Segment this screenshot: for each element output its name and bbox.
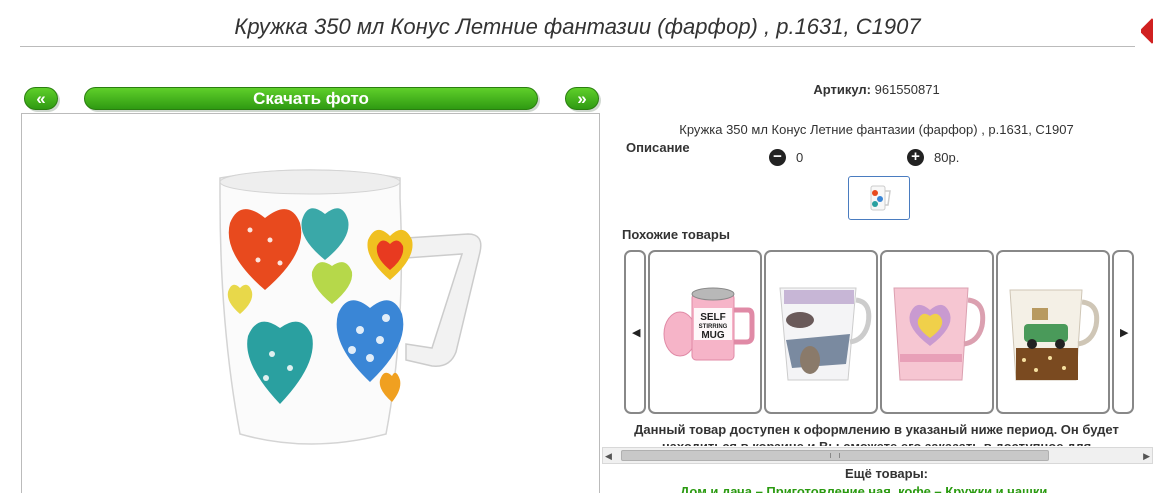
arrow-left-icon: ◀: [632, 327, 641, 339]
category-breadcrumb: Дом и дача – Приготовление чая, кофе – К…: [680, 484, 1047, 493]
horizontal-scrollbar[interactable]: ◀ ▶: [602, 447, 1153, 464]
download-photo-button[interactable]: Скачать фото: [84, 87, 538, 110]
availability-notice: Данный товар доступен к оформлению в ука…: [600, 421, 1153, 446]
product-image: [779, 287, 872, 381]
thumbnail-mug-image: [870, 185, 891, 211]
arrow-right-icon: ▶: [1120, 327, 1129, 339]
description-label: Описание: [626, 140, 690, 155]
page: Кружка 350 мл Конус Летние фантазии (фар…: [0, 0, 1153, 493]
prev-photo-button[interactable]: «: [24, 87, 58, 110]
category-links[interactable]: Дом и дача – Приготовление чая, кофе – К…: [680, 484, 1047, 493]
scrollbar-thumb[interactable]: [621, 450, 1049, 461]
mug-print-text: SELF: [700, 312, 726, 323]
carousel-next-button[interactable]: ▶: [1112, 250, 1134, 414]
product-image: SELF STIRRING MUG: [663, 287, 755, 361]
carousel-prev-button[interactable]: ◀: [624, 250, 646, 414]
similar-products-title: Похожие товары: [622, 227, 730, 242]
sku-label: Артикул:: [813, 82, 871, 97]
similar-item-fashion-mug[interactable]: [764, 250, 878, 414]
product-description: Кружка 350 мл Конус Летние фантазии (фар…: [679, 122, 1074, 137]
sku-value: 961550871: [874, 82, 940, 97]
similar-item-self-stirring-mug[interactable]: SELF STIRRING MUG: [648, 250, 762, 414]
availability-line: Данный товар доступен к оформлению в ука…: [634, 422, 1119, 437]
product-photo-frame: [21, 113, 600, 493]
scroll-left-icon[interactable]: ◀: [605, 451, 612, 462]
title-divider: [20, 46, 1135, 47]
increase-quantity-icon[interactable]: +: [907, 149, 924, 166]
grip-icon: [830, 453, 840, 458]
product-image: [893, 287, 986, 381]
page-title: Кружка 350 мл Конус Летние фантазии (фар…: [234, 14, 921, 39]
quantity-value: 0: [796, 150, 804, 165]
next-photo-button[interactable]: »: [565, 87, 599, 110]
scroll-right-icon[interactable]: ▶: [1143, 451, 1150, 462]
corner-badge-icon[interactable]: [1141, 18, 1153, 44]
price-value: 80р.: [934, 150, 960, 165]
similar-item-pink-heart-mug[interactable]: [880, 250, 994, 414]
decrease-quantity-icon[interactable]: −: [769, 149, 786, 166]
availability-line: находиться в корзине и Вы сможете его за…: [600, 438, 1153, 446]
product-image: [1009, 289, 1100, 381]
photo-thumbnail[interactable]: [848, 176, 910, 220]
mug-print-text: MUG: [701, 330, 725, 341]
more-products-title: Ещё товары:: [844, 466, 929, 481]
sku-line: Артикул: 961550871: [600, 82, 1153, 97]
similar-item-car-mug[interactable]: [996, 250, 1110, 414]
product-photo: [219, 169, 482, 445]
